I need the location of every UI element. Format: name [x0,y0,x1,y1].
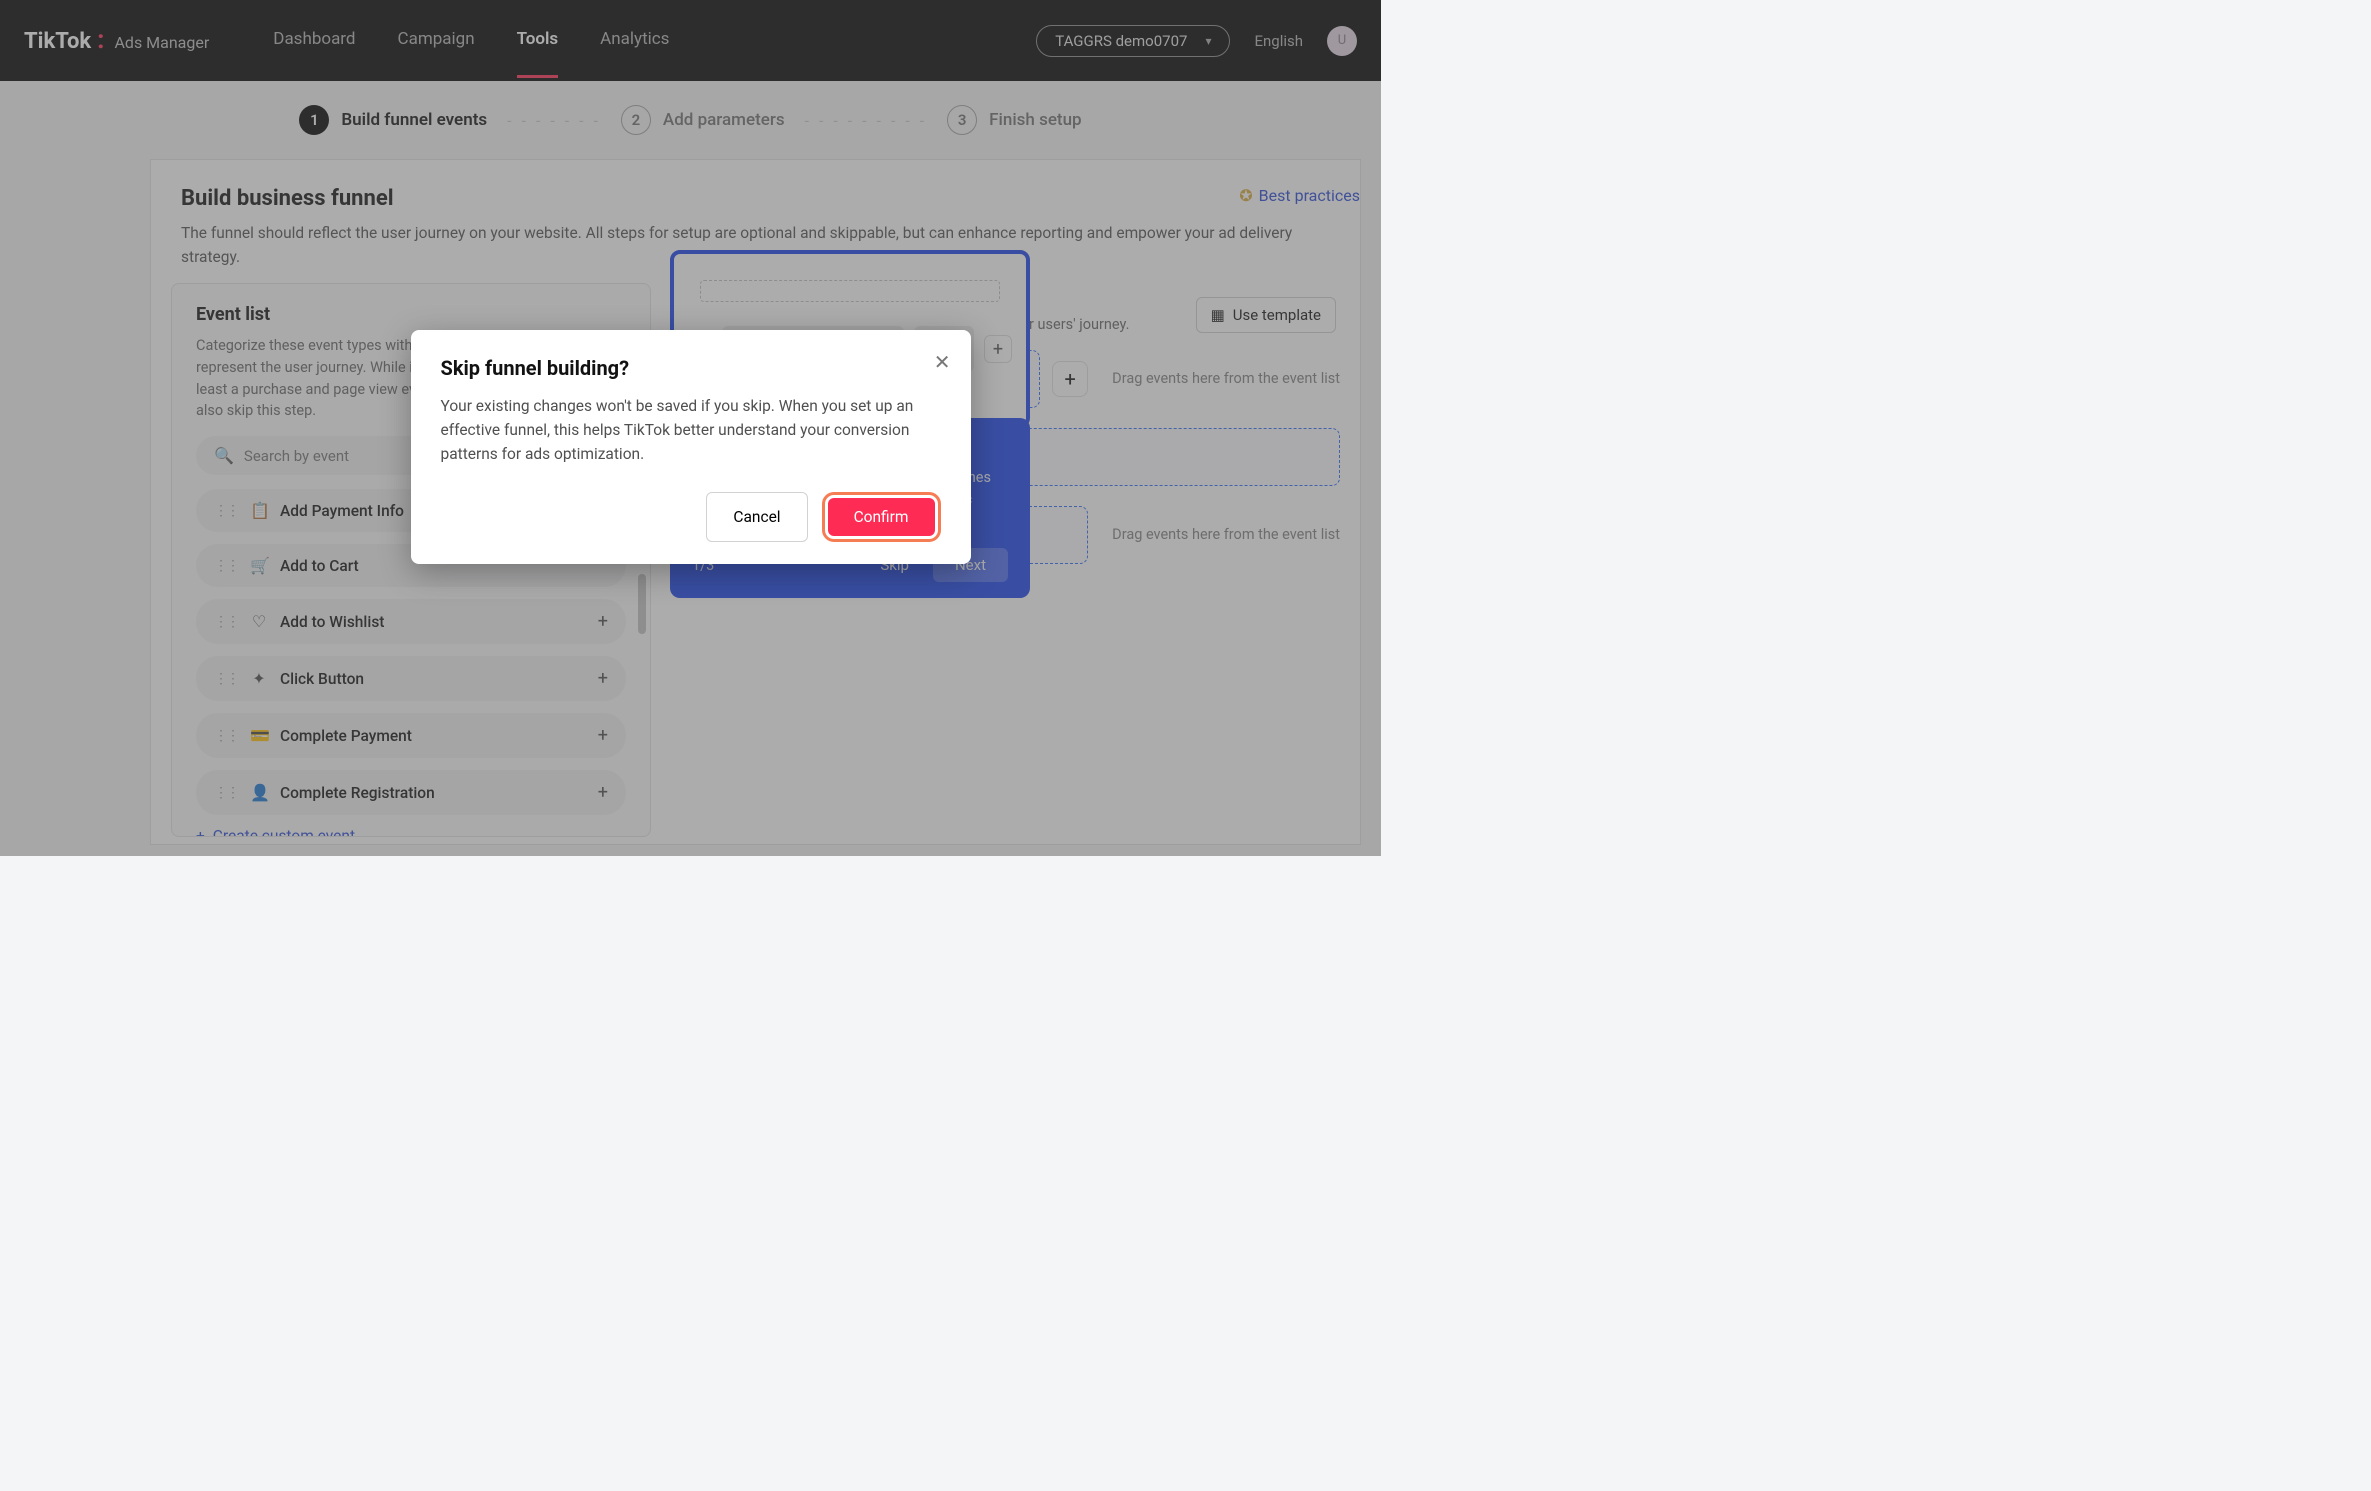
modal-overlay: ✕ Skip funnel building? Your existing ch… [0,0,1381,856]
skip-funnel-modal: ✕ Skip funnel building? Your existing ch… [411,330,971,564]
modal-body: Your existing changes won't be saved if … [441,394,941,466]
modal-close-button[interactable]: ✕ [934,350,951,374]
modal-title: Skip funnel building? [441,356,941,380]
confirm-highlight: Confirm [822,492,941,542]
confirm-button[interactable]: Confirm [828,498,935,536]
cancel-button[interactable]: Cancel [706,492,807,542]
modal-footer: Cancel Confirm [441,492,941,542]
close-icon: ✕ [934,350,951,374]
